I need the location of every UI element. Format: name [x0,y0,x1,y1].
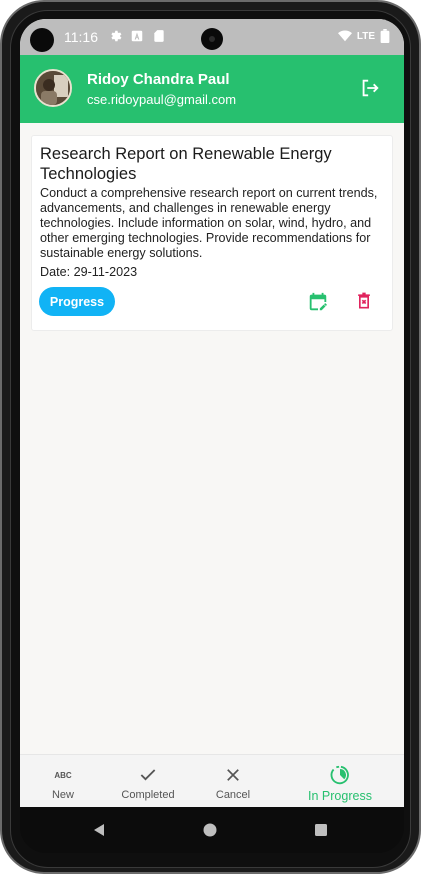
task-card[interactable]: Research Report on Renewable Energy Tech… [31,135,393,331]
task-description: Conduct a comprehensive research report … [40,186,378,260]
svg-text:ABC: ABC [54,771,72,780]
wifi-icon [337,29,352,43]
nav-label-completed: Completed [121,789,175,801]
recents-icon [314,824,328,840]
user-email: cse.ridoypaul@gmail.com [87,92,237,107]
front-camera-center [201,28,223,50]
status-icons-right: LTE [337,29,394,43]
status-bar: 11:16 LTE [20,19,404,55]
back-icon [92,824,106,840]
recents-button[interactable] [314,823,328,840]
profile-header: Ridoy Chandra Paul cse.ridoypaul@gmail.c… [20,55,404,123]
task-date: Date: 29-11-2023 [40,265,138,279]
avatar[interactable] [34,69,72,107]
status-icons-left [108,29,166,43]
home-icon [203,823,217,840]
network-type: LTE [356,30,375,42]
app-screen: 11:16 LTE Ridoy Chandra Paul cse.ridoypa… [20,19,404,807]
edit-task-button[interactable] [307,291,329,313]
abc-icon: ABC [53,764,73,786]
system-navigation-bar [20,807,404,853]
delete-task-button[interactable] [353,291,375,313]
front-camera-left [30,28,54,52]
back-button[interactable] [92,823,106,840]
delete-icon [354,292,374,314]
status-chip-progress[interactable]: Progress [39,287,115,316]
check-icon [138,764,158,786]
progress-icon [329,764,351,786]
home-button[interactable] [203,823,217,840]
task-title: Research Report on Renewable Energy Tech… [40,145,332,183]
nav-label-new: New [51,789,74,801]
nav-item-in-progress[interactable]: In Progress [302,755,378,807]
bottom-navigation: ABC New Completed Cancel In Progress [20,754,404,807]
user-name: Ridoy Chandra Paul [87,71,230,88]
nav-item-cancel[interactable]: Cancel [210,755,256,807]
nav-item-completed[interactable]: Completed [116,755,180,807]
logout-button[interactable] [358,77,382,101]
logout-icon [359,79,381,102]
nav-label-in-progress: In Progress [308,789,372,803]
sim-icon [152,29,166,43]
nav-label-cancel: Cancel [215,789,251,801]
close-icon [224,764,242,786]
text-icon [130,29,144,43]
nav-item-new[interactable]: ABC New [42,755,84,807]
calendar-edit-icon [307,292,329,316]
battery-icon [380,29,394,43]
status-time: 11:16 [64,29,98,45]
gear-icon [108,29,122,43]
